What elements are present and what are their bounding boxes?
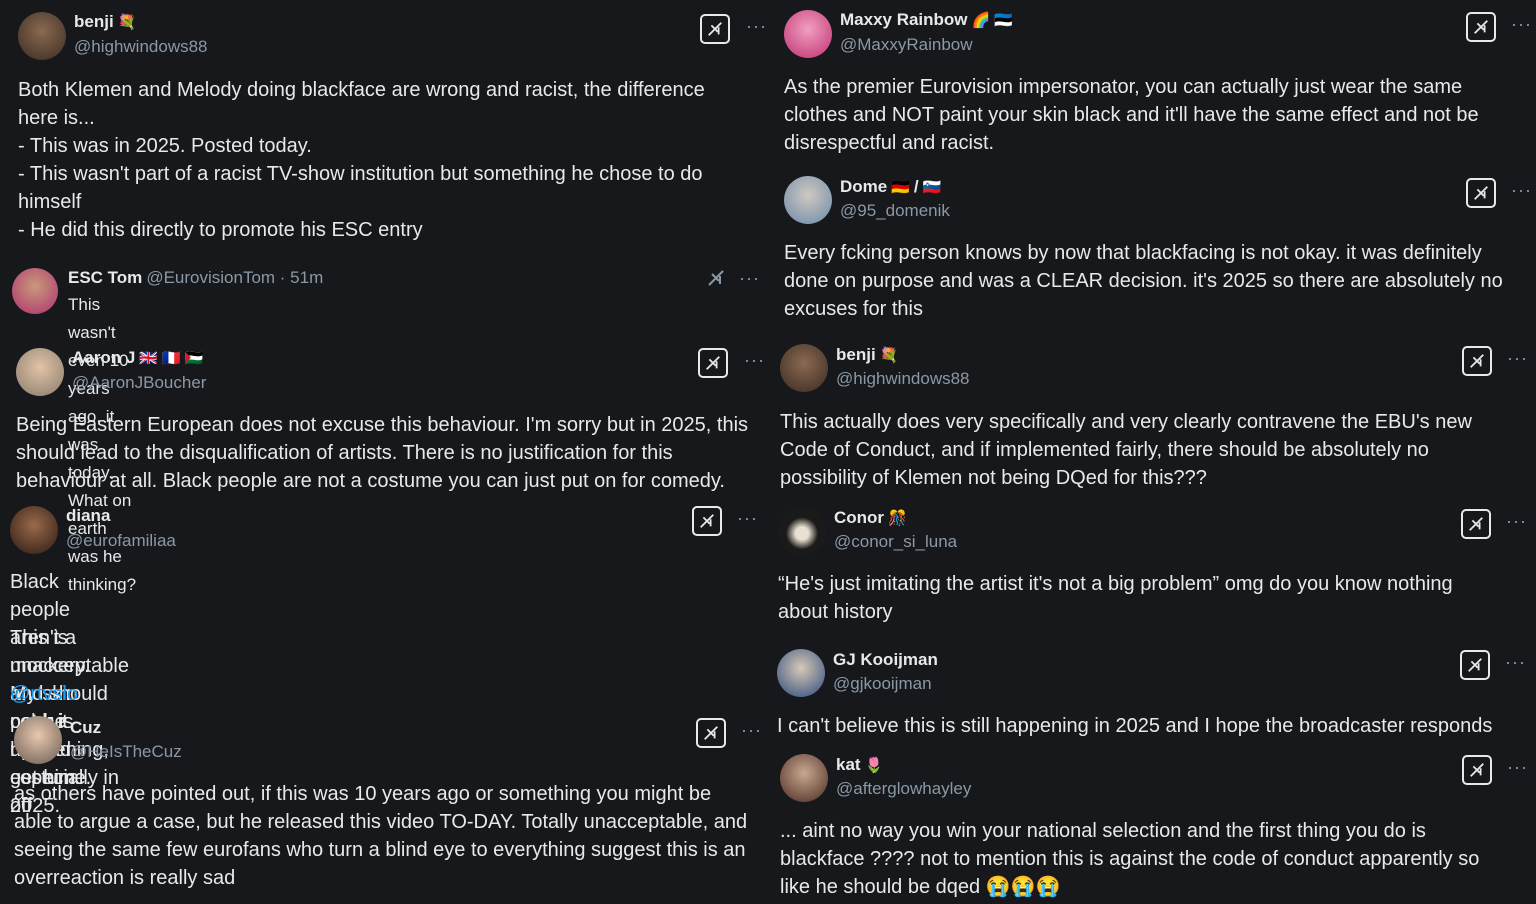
more-icon[interactable]: ··· (1511, 180, 1532, 201)
more-icon[interactable]: ··· (746, 16, 767, 37)
slovenia-flag-icon: 🇸🇮 (922, 179, 942, 196)
flower-icon: 💐 (117, 14, 137, 31)
name-row: Maxxy Rainbow 🌈 🇪🇪 (840, 10, 1013, 30)
name-row: kat 🌷 (836, 755, 883, 775)
author-name[interactable]: diana (66, 506, 110, 526)
author-name[interactable]: Conor (834, 508, 884, 528)
avatar[interactable] (778, 507, 826, 555)
avatar[interactable] (16, 348, 64, 396)
tulip-icon: 🌷 (864, 757, 884, 774)
more-icon[interactable]: ··· (1505, 652, 1526, 673)
more-icon[interactable]: ··· (1507, 348, 1528, 369)
author-name[interactable]: Dome (840, 177, 887, 197)
name-row: diana (66, 506, 110, 526)
name-row: Aaron J 🇬🇧 🇫🇷 🇵🇸 (72, 348, 203, 368)
author-handle[interactable]: @AaronJBoucher (72, 373, 206, 393)
author-handle[interactable]: @MaxxyRainbow (840, 35, 973, 55)
post-text: “He's just imitating the artist it's not… (778, 573, 1453, 623)
name-row: GJ Kooijman (833, 650, 938, 670)
post-text: Being Eastern European does not excuse t… (16, 414, 749, 492)
author-handle[interactable]: @EurovisionTom · 51m (146, 268, 323, 288)
celebration-icon: 🎊 (888, 510, 907, 527)
author-name[interactable]: benji (836, 345, 876, 365)
author-handle[interactable]: @95_domenik (840, 201, 950, 221)
author-handle[interactable]: @conor_si_luna (834, 532, 957, 552)
grok-icon[interactable] (1466, 178, 1496, 208)
avatar[interactable] (10, 506, 58, 554)
name-row: Conor 🎊 (834, 508, 907, 528)
author-handle[interactable]: @afterglowhayley (836, 779, 971, 799)
post-text: I can't believe this is still happening … (777, 715, 1493, 737)
grok-icon[interactable] (700, 14, 730, 44)
avatar[interactable] (784, 10, 832, 58)
post-text: As the premier Eurovision impersonator, … (784, 76, 1479, 154)
uk-flag-icon: 🇬🇧 (139, 350, 158, 367)
post-text: as others have pointed out, if this was … (14, 783, 748, 889)
more-icon[interactable]: ··· (737, 508, 758, 529)
grok-icon[interactable] (706, 268, 728, 290)
grok-icon[interactable] (692, 506, 722, 536)
germany-flag-icon: 🇩🇪 (891, 179, 910, 196)
grok-icon[interactable] (696, 718, 726, 748)
avatar[interactable] (18, 12, 66, 60)
grok-icon[interactable] (1466, 12, 1496, 42)
estonia-flag-icon: 🇪🇪 (994, 12, 1013, 29)
author-handle[interactable]: @eurofamiliaa (66, 531, 176, 551)
avatar[interactable] (14, 716, 62, 764)
more-icon[interactable]: ··· (1507, 757, 1528, 778)
avatar[interactable] (780, 754, 828, 802)
grok-icon[interactable] (1460, 650, 1490, 680)
rainbow-icon: 🌈 (971, 12, 991, 29)
post-text: This actually does very specifically and… (780, 411, 1472, 489)
author-name[interactable]: Aaron J (72, 348, 135, 368)
post-text: Both Klemen and Melody doing blackface a… (18, 79, 705, 241)
author-handle[interactable]: @HeIsTheCuz (70, 742, 182, 762)
grok-icon[interactable] (698, 348, 728, 378)
avatar[interactable] (12, 268, 58, 314)
author-name[interactable]: Cuz (70, 718, 101, 738)
name-separator: / (913, 177, 919, 196)
post-text: Every fcking person knows by now that bl… (784, 242, 1503, 320)
grok-icon[interactable] (1462, 346, 1492, 376)
author-name[interactable]: ESC Tom (68, 268, 142, 288)
avatar[interactable] (777, 649, 825, 697)
author-handle[interactable]: @gjkooijman (833, 674, 932, 694)
name-row: ESC Tom @EurovisionTom · 51m (68, 268, 323, 288)
mention-link[interactable]: @rtvslo (10, 683, 78, 705)
name-row: benji 💐 (836, 345, 898, 365)
more-icon[interactable]: ··· (741, 720, 762, 741)
author-name[interactable]: GJ Kooijman (833, 650, 938, 670)
flower-icon: 💐 (879, 347, 899, 364)
name-row: Cuz (70, 718, 101, 738)
author-name[interactable]: kat (836, 755, 861, 775)
avatar[interactable] (780, 344, 828, 392)
post-text: ... aint no way you win your national se… (780, 820, 1480, 898)
grok-icon[interactable] (1462, 755, 1492, 785)
more-icon[interactable]: ··· (1511, 14, 1532, 35)
more-icon[interactable]: ··· (744, 350, 765, 371)
name-row: benji 💐 (74, 12, 136, 32)
name-row: Dome 🇩🇪 / 🇸🇮 (840, 177, 941, 197)
author-name[interactable]: Maxxy Rainbow (840, 10, 968, 30)
more-icon[interactable]: ··· (1506, 511, 1527, 532)
more-icon[interactable]: ··· (739, 268, 760, 289)
avatar[interactable] (784, 176, 832, 224)
france-flag-icon: 🇫🇷 (161, 350, 181, 367)
author-name[interactable]: benji (74, 12, 114, 32)
palestine-flag-icon: 🇵🇸 (184, 350, 204, 367)
author-handle[interactable]: @highwindows88 (836, 369, 970, 389)
author-handle[interactable]: @highwindows88 (74, 37, 208, 57)
grok-icon[interactable] (1461, 509, 1491, 539)
